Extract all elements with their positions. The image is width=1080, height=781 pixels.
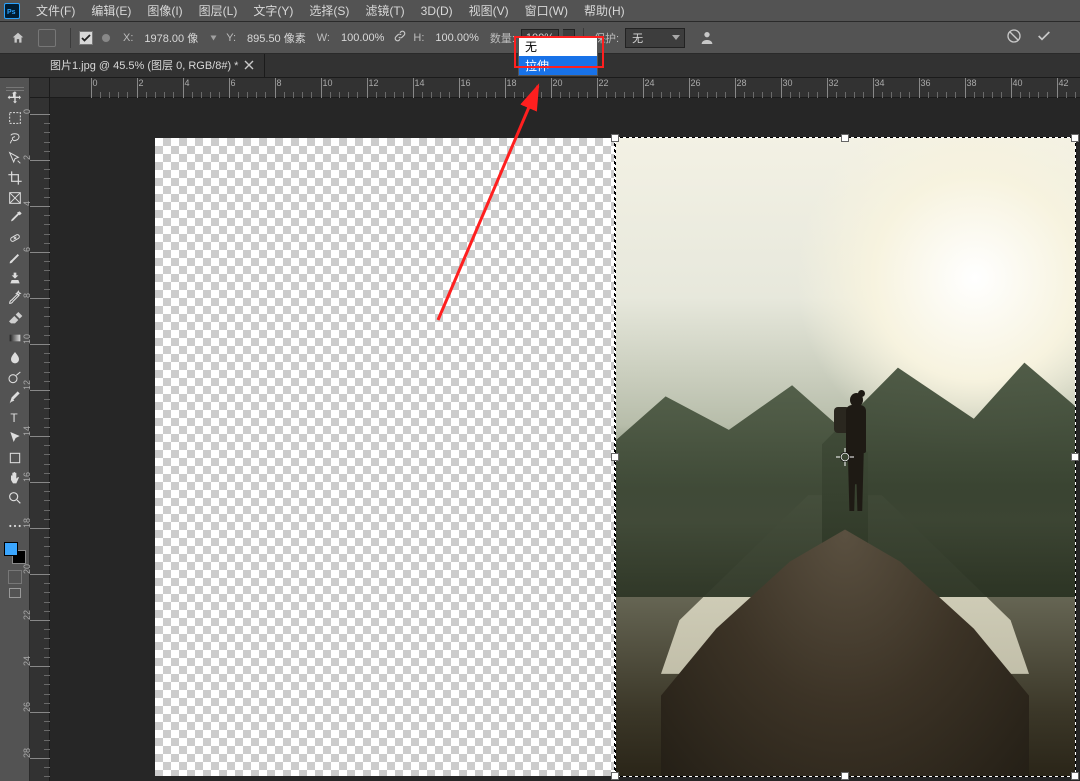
- reference-point-icon[interactable]: [101, 33, 111, 43]
- document-tab-title: 图片1.jpg @ 45.5% (图层 0, RGB/8#) *: [50, 57, 238, 73]
- commit-transform-icon[interactable]: [1036, 28, 1052, 47]
- app-logo-icon: Ps: [4, 3, 20, 19]
- clone-stamp-tool-icon[interactable]: [2, 268, 28, 288]
- x-label: X:: [123, 32, 133, 44]
- standard-mode-icon[interactable]: [8, 570, 22, 584]
- menu-bar: Ps 文件(F) 编辑(E) 图像(I) 图层(L) 文字(Y) 选择(S) 滤…: [0, 0, 1080, 22]
- reference-point-checkbox[interactable]: [79, 31, 93, 45]
- eyedropper-tool-icon[interactable]: [2, 208, 28, 228]
- pen-tool-icon[interactable]: [2, 388, 28, 408]
- svg-text:T: T: [10, 411, 18, 425]
- amount-label: 数量:: [490, 30, 515, 46]
- cancel-transform-icon[interactable]: [1006, 28, 1022, 47]
- home-icon[interactable]: [8, 28, 28, 48]
- menu-image[interactable]: 图像(I): [139, 2, 190, 19]
- protect-dropdown-list[interactable]: 无 拉伸: [518, 36, 598, 76]
- w-value[interactable]: 100.00%: [336, 29, 389, 47]
- color-swatches[interactable]: [4, 542, 26, 564]
- photoshop-window: Ps 文件(F) 编辑(E) 图像(I) 图层(L) 文字(Y) 选择(S) 滤…: [0, 0, 1080, 781]
- blur-tool-icon[interactable]: [2, 348, 28, 368]
- lasso-tool-icon[interactable]: [2, 128, 28, 148]
- menu-select[interactable]: 选择(S): [301, 2, 357, 19]
- protect-selected: 无: [632, 30, 643, 46]
- h-label: H:: [413, 32, 424, 44]
- eraser-tool-icon[interactable]: [2, 308, 28, 328]
- menu-help[interactable]: 帮助(H): [576, 2, 633, 19]
- menu-3d[interactable]: 3D(D): [413, 4, 461, 18]
- canvas-stage[interactable]: [50, 98, 1080, 781]
- crop-tool-icon[interactable]: [2, 168, 28, 188]
- move-tool-icon[interactable]: [2, 88, 28, 108]
- menu-view[interactable]: 视图(V): [461, 2, 517, 19]
- screen-mode-icon[interactable]: [9, 588, 21, 598]
- protect-dropdown[interactable]: 无: [625, 28, 685, 48]
- menu-edit[interactable]: 编辑(E): [83, 2, 139, 19]
- document-tab[interactable]: 图片1.jpg @ 45.5% (图层 0, RGB/8#) *: [40, 52, 265, 77]
- protect-option-none[interactable]: 无: [519, 37, 597, 56]
- selection-edge: [615, 138, 616, 776]
- photo-subject-person: [836, 393, 876, 518]
- menu-type[interactable]: 文字(Y): [245, 2, 301, 19]
- protect-option-stretch[interactable]: 拉伸: [519, 56, 597, 75]
- ruler-origin[interactable]: [30, 78, 50, 98]
- h-value[interactable]: 100.00%: [430, 29, 483, 47]
- menu-layer[interactable]: 图层(L): [191, 2, 246, 19]
- close-tab-icon[interactable]: [244, 60, 254, 70]
- person-icon[interactable]: [699, 30, 715, 46]
- transparent-region: [155, 138, 615, 776]
- ruler-vertical[interactable]: 024681012141618202224262830: [30, 98, 50, 781]
- menu-file[interactable]: 文件(F): [28, 2, 83, 19]
- healing-tool-icon[interactable]: [2, 228, 28, 248]
- commit-cancel-group: [1006, 28, 1072, 47]
- history-brush-tool-icon[interactable]: [2, 288, 28, 308]
- canvas-area: 0246810121416182022242628303234363840424…: [30, 78, 1080, 781]
- zoom-tool-icon[interactable]: [2, 488, 28, 508]
- menu-filter[interactable]: 滤镜(T): [357, 2, 412, 19]
- workspace: T 02468101214161820222426283032343638404…: [0, 78, 1080, 781]
- chevron-down-icon: [672, 35, 680, 40]
- y-value[interactable]: 895.50 像素: [242, 29, 311, 47]
- y-label: Y:: [226, 32, 236, 44]
- ruler-horizontal[interactable]: 0246810121416182022242628303234363840424…: [50, 78, 1080, 98]
- x-value[interactable]: 1978.00 像: [139, 29, 203, 47]
- svg-text:Ps: Ps: [7, 9, 16, 16]
- toolbox-grip-icon[interactable]: [6, 80, 24, 86]
- arrange-icon[interactable]: [38, 29, 56, 47]
- menu-window[interactable]: 窗口(W): [517, 2, 576, 19]
- w-label: W:: [317, 32, 330, 44]
- y-delta-icon: [211, 35, 217, 40]
- shape-tool-icon[interactable]: [2, 448, 28, 468]
- foreground-color-swatch[interactable]: [4, 542, 18, 556]
- photo-region: [615, 138, 1075, 776]
- link-icon[interactable]: [393, 29, 407, 46]
